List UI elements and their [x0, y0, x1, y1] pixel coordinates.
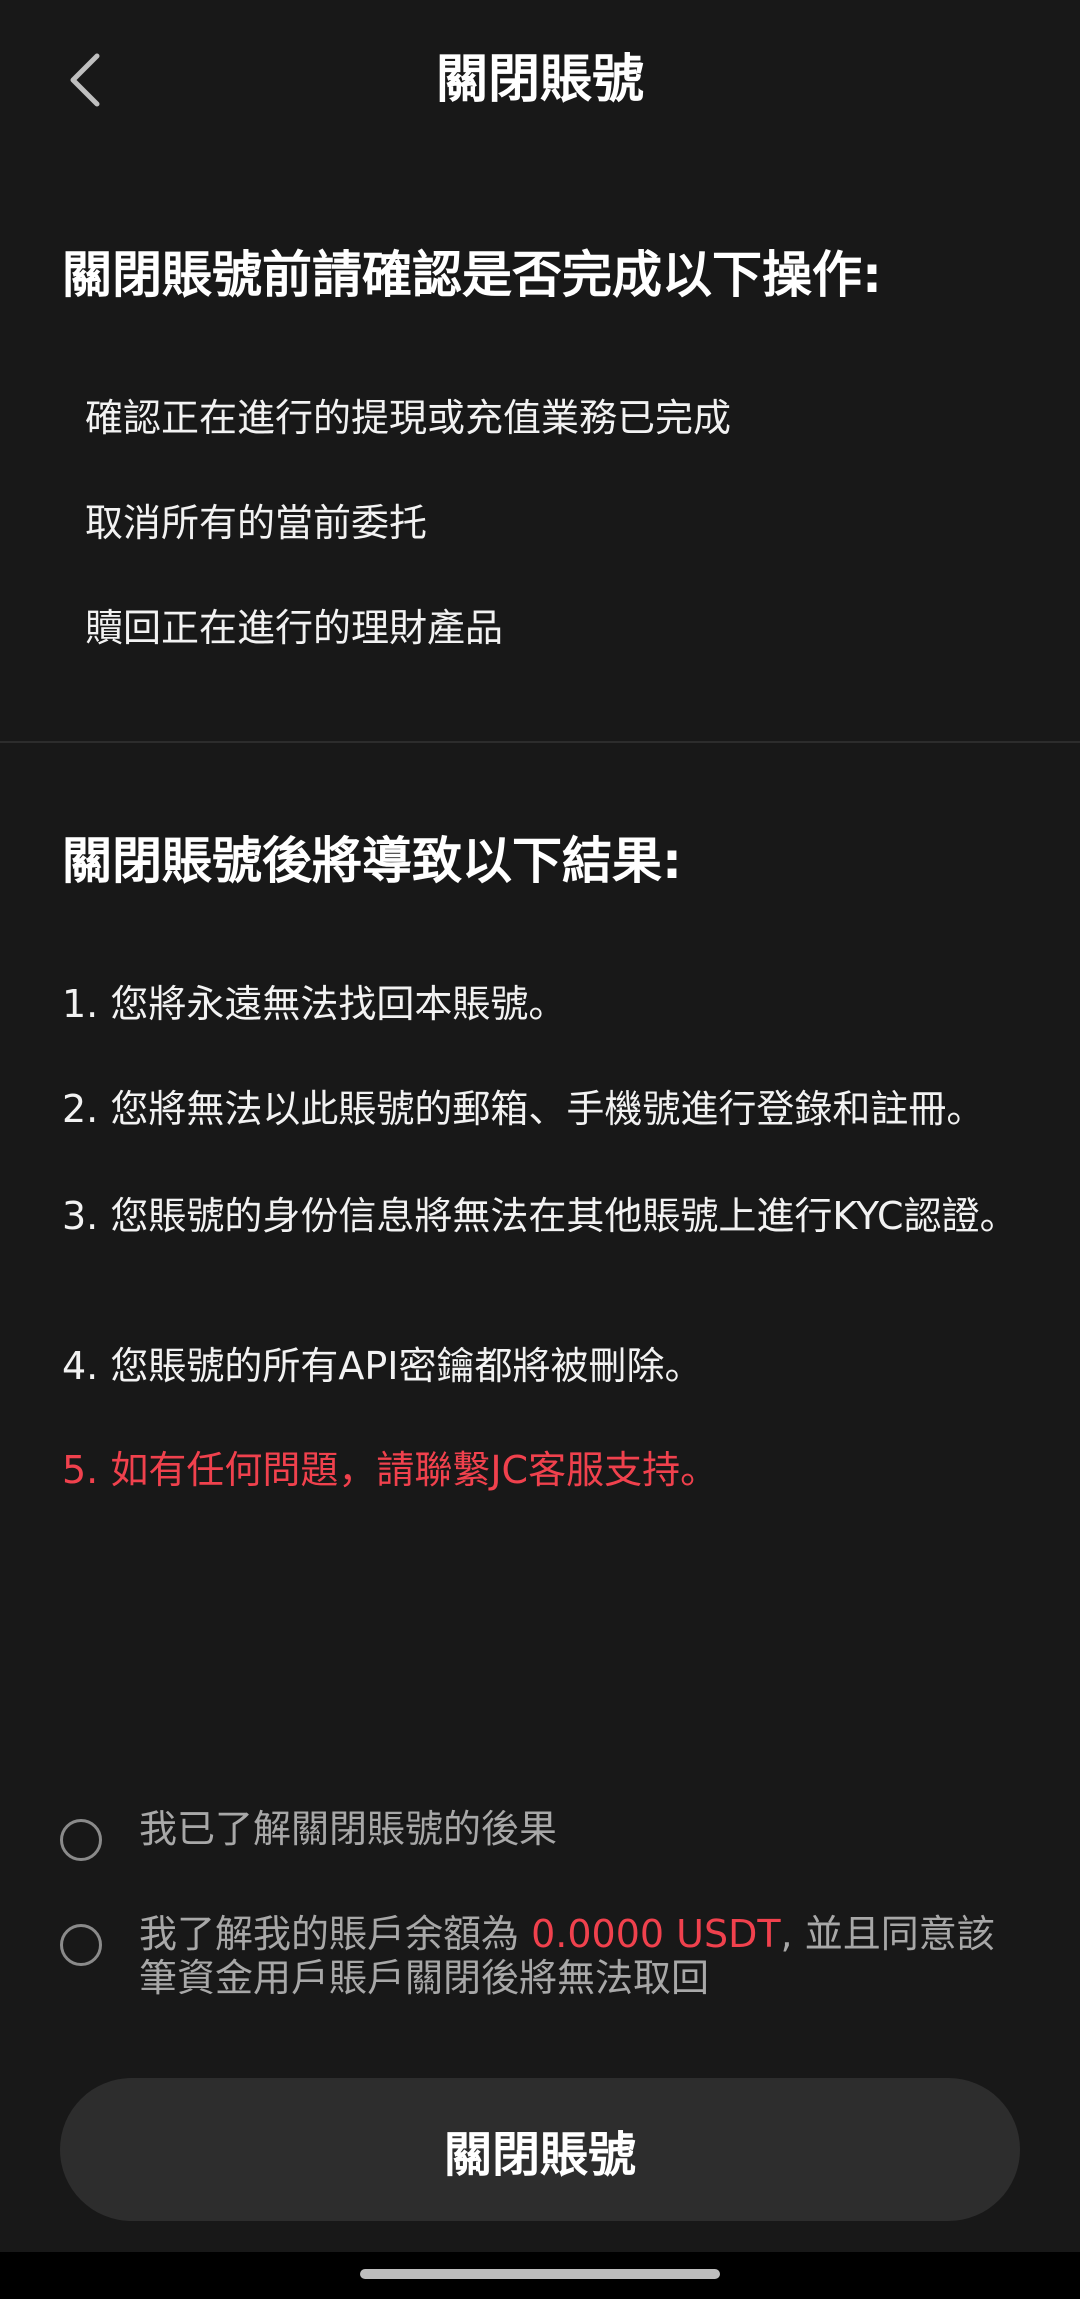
support-notice: 5. 如有任何問題，請聯繫JC客服支持。: [62, 1448, 719, 1492]
radio-button[interactable]: [60, 1819, 102, 1861]
consequences-title: 關閉賬號後將導致以下結果:: [62, 832, 682, 890]
consequence-item: 2. 您將無法以此賬號的郵箱、手機號進行登錄和註冊。: [62, 1087, 985, 1131]
understand-consequences-label: 我已了解關閉賬號的後果: [139, 1807, 558, 1851]
section-divider: [0, 741, 1080, 743]
page-title: 關閉賬號: [435, 50, 644, 110]
radio-button[interactable]: [60, 1924, 102, 1966]
pre-checks-title: 關閉賬號前請確認是否完成以下操作:: [62, 246, 882, 304]
pre-check-item: 取消所有的當前委托: [85, 501, 428, 545]
close-account-button[interactable]: 關閉賬號: [60, 2078, 1020, 2221]
balance-prefix: 我了解我的賬戶余額為: [139, 1912, 532, 1956]
consequence-item: 4. 您賬號的所有API密鑰都將被刪除。: [62, 1344, 703, 1388]
pre-check-item: 贖回正在進行的理財產品: [85, 606, 504, 650]
home-indicator[interactable]: [360, 2269, 720, 2279]
balance-amount: 0.0000 USDT: [531, 1912, 781, 1956]
understand-consequences-option[interactable]: 我已了解關閉賬號的後果: [60, 1807, 1030, 1861]
system-navigation-bar: [0, 2252, 1080, 2299]
balance-agreement-option[interactable]: 我了解我的賬戶余額為 0.0000 USDT, 並且同意該筆資金用戶賬戶關閉後將…: [60, 1912, 1030, 2000]
consequence-item: 3. 您賬號的身份信息將無法在其他賬號上進行KYC認證。: [62, 1194, 1018, 1238]
balance-agreement-label: 我了解我的賬戶余額為 0.0000 USDT, 並且同意該筆資金用戶賬戶關閉後將…: [139, 1912, 1030, 2000]
header: 關閉賬號: [0, 0, 1080, 160]
pre-check-item: 確認正在進行的提現或充值業務已完成: [85, 396, 732, 440]
consequence-item: 1. 您將永遠無法找回本賬號。: [62, 982, 567, 1026]
